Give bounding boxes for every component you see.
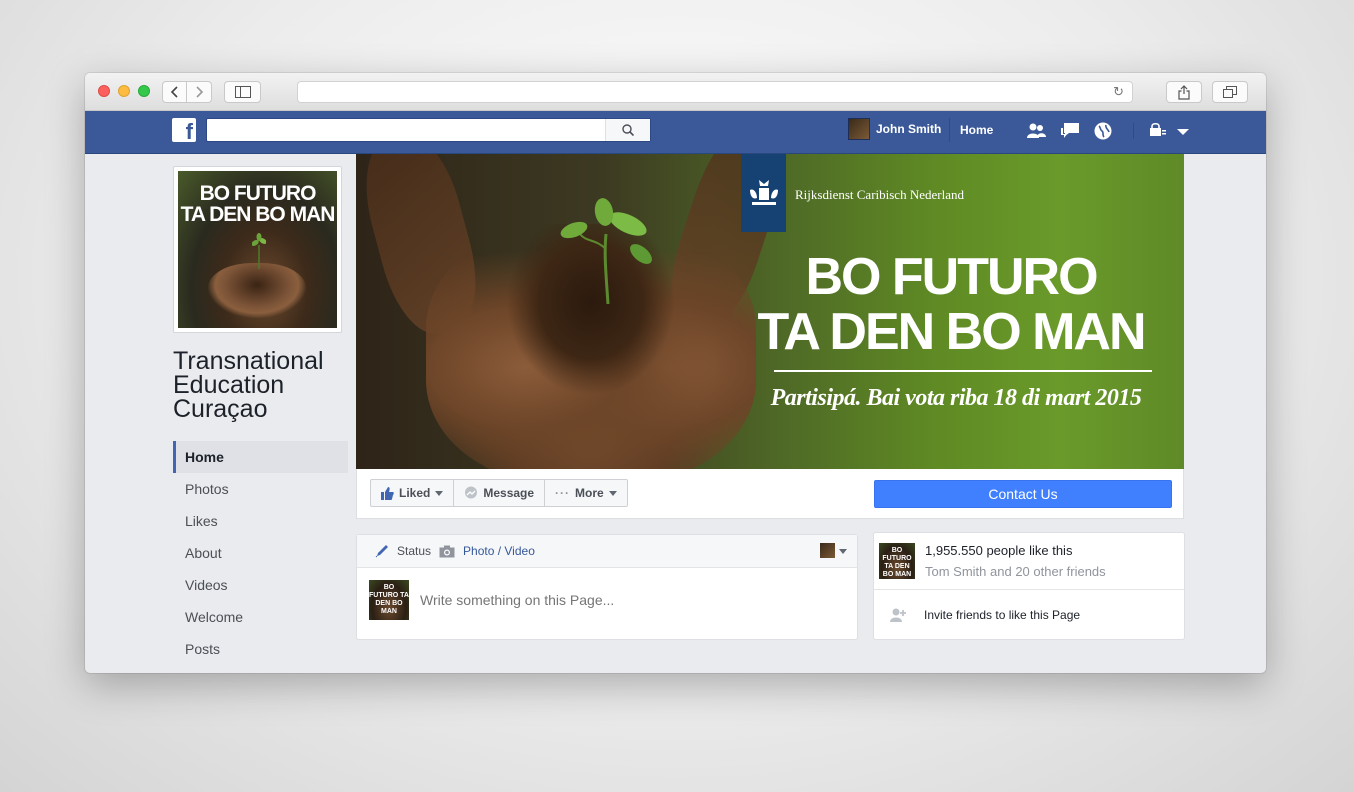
page-nav-videos[interactable]: Videos xyxy=(173,569,348,601)
message-button[interactable]: Message xyxy=(454,479,546,507)
status-tab[interactable]: Status xyxy=(375,544,431,558)
search-button[interactable] xyxy=(605,119,650,141)
contact-us-button[interactable]: Contact Us xyxy=(874,480,1172,508)
photo-video-tab[interactable]: Photo / Video xyxy=(439,544,535,558)
cover-headline-line1: BO FUTURO xyxy=(805,248,1098,306)
forward-button[interactable] xyxy=(187,81,212,103)
page-nav-likes[interactable]: Likes xyxy=(173,505,348,537)
messenger-icon xyxy=(465,486,478,499)
photo-video-tab-label: Photo / Video xyxy=(463,544,535,558)
sidebar-toggle-button[interactable] xyxy=(224,81,261,103)
back-button[interactable] xyxy=(162,81,187,103)
sidebar-icon xyxy=(234,86,251,98)
search-input[interactable] xyxy=(206,118,651,142)
minimize-window-button[interactable] xyxy=(118,85,130,97)
write-post-input[interactable] xyxy=(420,592,840,608)
liked-button[interactable]: Liked xyxy=(370,479,455,507)
share-icon xyxy=(1178,84,1190,100)
notifications-globe-icon[interactable] xyxy=(1092,120,1114,142)
composer-body: BO FUTURO TA DEN BO MAN xyxy=(357,568,857,632)
chevron-right-icon xyxy=(196,86,204,98)
search-icon xyxy=(622,124,634,136)
organization-name: Rijksdienst Caribisch Nederland xyxy=(795,187,964,202)
zoom-window-button[interactable] xyxy=(138,85,150,97)
page-avatar: BO FUTURO TA DEN BO MAN xyxy=(879,543,915,579)
composer-tabs: Status Photo / Video xyxy=(357,535,857,568)
facebook-top-bar: f John Smith Home xyxy=(85,111,1266,154)
page-title: Transnational Education Curaçao xyxy=(173,347,324,423)
seedling-graphic xyxy=(252,233,266,269)
caret-down-icon[interactable] xyxy=(839,549,847,554)
browser-titlebar: ↻ xyxy=(85,73,1266,111)
left-column: BO FUTURO TA DEN BO MAN Transnational Ed… xyxy=(173,166,348,665)
page-avatar-text: BO FUTURO TA DEN BO MAN xyxy=(882,547,912,578)
hands-graphic xyxy=(208,263,306,318)
invite-friends-row[interactable]: Invite friends to like this Page xyxy=(874,590,1184,640)
avatar xyxy=(848,118,870,140)
government-crest-logo xyxy=(741,154,786,232)
likes-summary: BO FUTURO TA DEN BO MAN 1,955.550 people… xyxy=(874,533,1184,590)
cover-headline-line2: TA DEN BO MAN xyxy=(757,303,1146,361)
home-link[interactable]: Home xyxy=(949,118,993,142)
page-nav-home[interactable]: Home xyxy=(173,441,348,473)
profile-picture-line1: BO FUTURO xyxy=(199,182,317,205)
crest-icon xyxy=(749,180,778,205)
page-likes-box: BO FUTURO TA DEN BO MAN 1,955.550 people… xyxy=(873,532,1185,640)
friend-requests-icon[interactable] xyxy=(1025,120,1047,142)
profile-picture-line2: TA DEN BO MAN xyxy=(180,203,336,226)
divider xyxy=(1133,123,1134,139)
status-tab-label: Status xyxy=(397,544,432,558)
messages-icon[interactable] xyxy=(1059,120,1081,142)
page-nav-welcome[interactable]: Welcome xyxy=(173,601,348,633)
browser-window: ↻ f John Smith Home BO FUTURO TA DEN BO … xyxy=(85,73,1266,673)
page-action-bar: Liked Message ··· More Contact Us xyxy=(356,469,1184,519)
more-label: More xyxy=(575,486,604,500)
divider xyxy=(774,370,1152,372)
page-avatar: BO FUTURO TA DEN BO MAN xyxy=(369,580,409,620)
chevron-left-icon xyxy=(170,86,178,98)
share-button[interactable] xyxy=(1166,81,1202,103)
cover-photo[interactable]: Rijksdienst Caribisch Nederland BO FUTUR… xyxy=(356,154,1184,469)
post-as-avatar[interactable] xyxy=(820,543,835,558)
facebook-logo[interactable]: f xyxy=(172,118,196,142)
profile-picture[interactable]: BO FUTURO TA DEN BO MAN xyxy=(173,166,342,333)
user-profile-link[interactable]: John Smith xyxy=(848,118,941,140)
chevron-down-icon[interactable] xyxy=(1172,120,1194,142)
message-label: Message xyxy=(483,486,535,500)
camera-icon xyxy=(439,545,455,557)
seedling-graphic xyxy=(560,198,652,304)
user-name: John Smith xyxy=(876,122,942,136)
profile-picture-image: BO FUTURO TA DEN BO MAN xyxy=(178,171,337,328)
close-window-button[interactable] xyxy=(98,85,110,97)
likes-text: 1,955.550 people like this Tom Smith and… xyxy=(925,543,1106,579)
address-bar[interactable]: ↻ xyxy=(297,81,1133,103)
pencil-icon xyxy=(375,545,388,558)
friends-who-like[interactable]: Tom Smith and 20 other friends xyxy=(925,564,1106,579)
page-nav-posts[interactable]: Posts xyxy=(173,633,348,665)
page-nav-about[interactable]: About xyxy=(173,537,348,569)
cover-tagline: Partisipá. Bai vota riba 18 di mart 2015 xyxy=(770,385,1142,411)
more-button[interactable]: ··· More xyxy=(545,479,628,507)
ellipsis-icon: ··· xyxy=(555,486,571,500)
tabs-overview-button[interactable] xyxy=(1212,81,1248,103)
privacy-shortcuts-icon[interactable] xyxy=(1147,120,1169,142)
action-button-group: Liked Message ··· More xyxy=(370,479,628,507)
likes-count[interactable]: 1,955.550 people like this xyxy=(925,543,1106,558)
caret-down-icon xyxy=(435,490,444,496)
add-friend-icon xyxy=(890,608,906,622)
page-navigation: Home Photos Likes About Videos Welcome P… xyxy=(173,441,348,665)
reload-icon[interactable]: ↻ xyxy=(1113,84,1124,100)
thumbs-up-icon xyxy=(381,486,394,500)
tabs-icon xyxy=(1223,86,1237,98)
page-avatar-text: BO FUTURO TA DEN BO MAN xyxy=(369,584,409,615)
post-composer: Status Photo / Video BO FUTURO TA DEN BO… xyxy=(356,534,858,640)
liked-label: Liked xyxy=(399,486,431,500)
page-nav-photos[interactable]: Photos xyxy=(173,473,348,505)
caret-down-icon xyxy=(608,490,617,496)
invite-friends-label: Invite friends to like this Page xyxy=(924,608,1081,622)
